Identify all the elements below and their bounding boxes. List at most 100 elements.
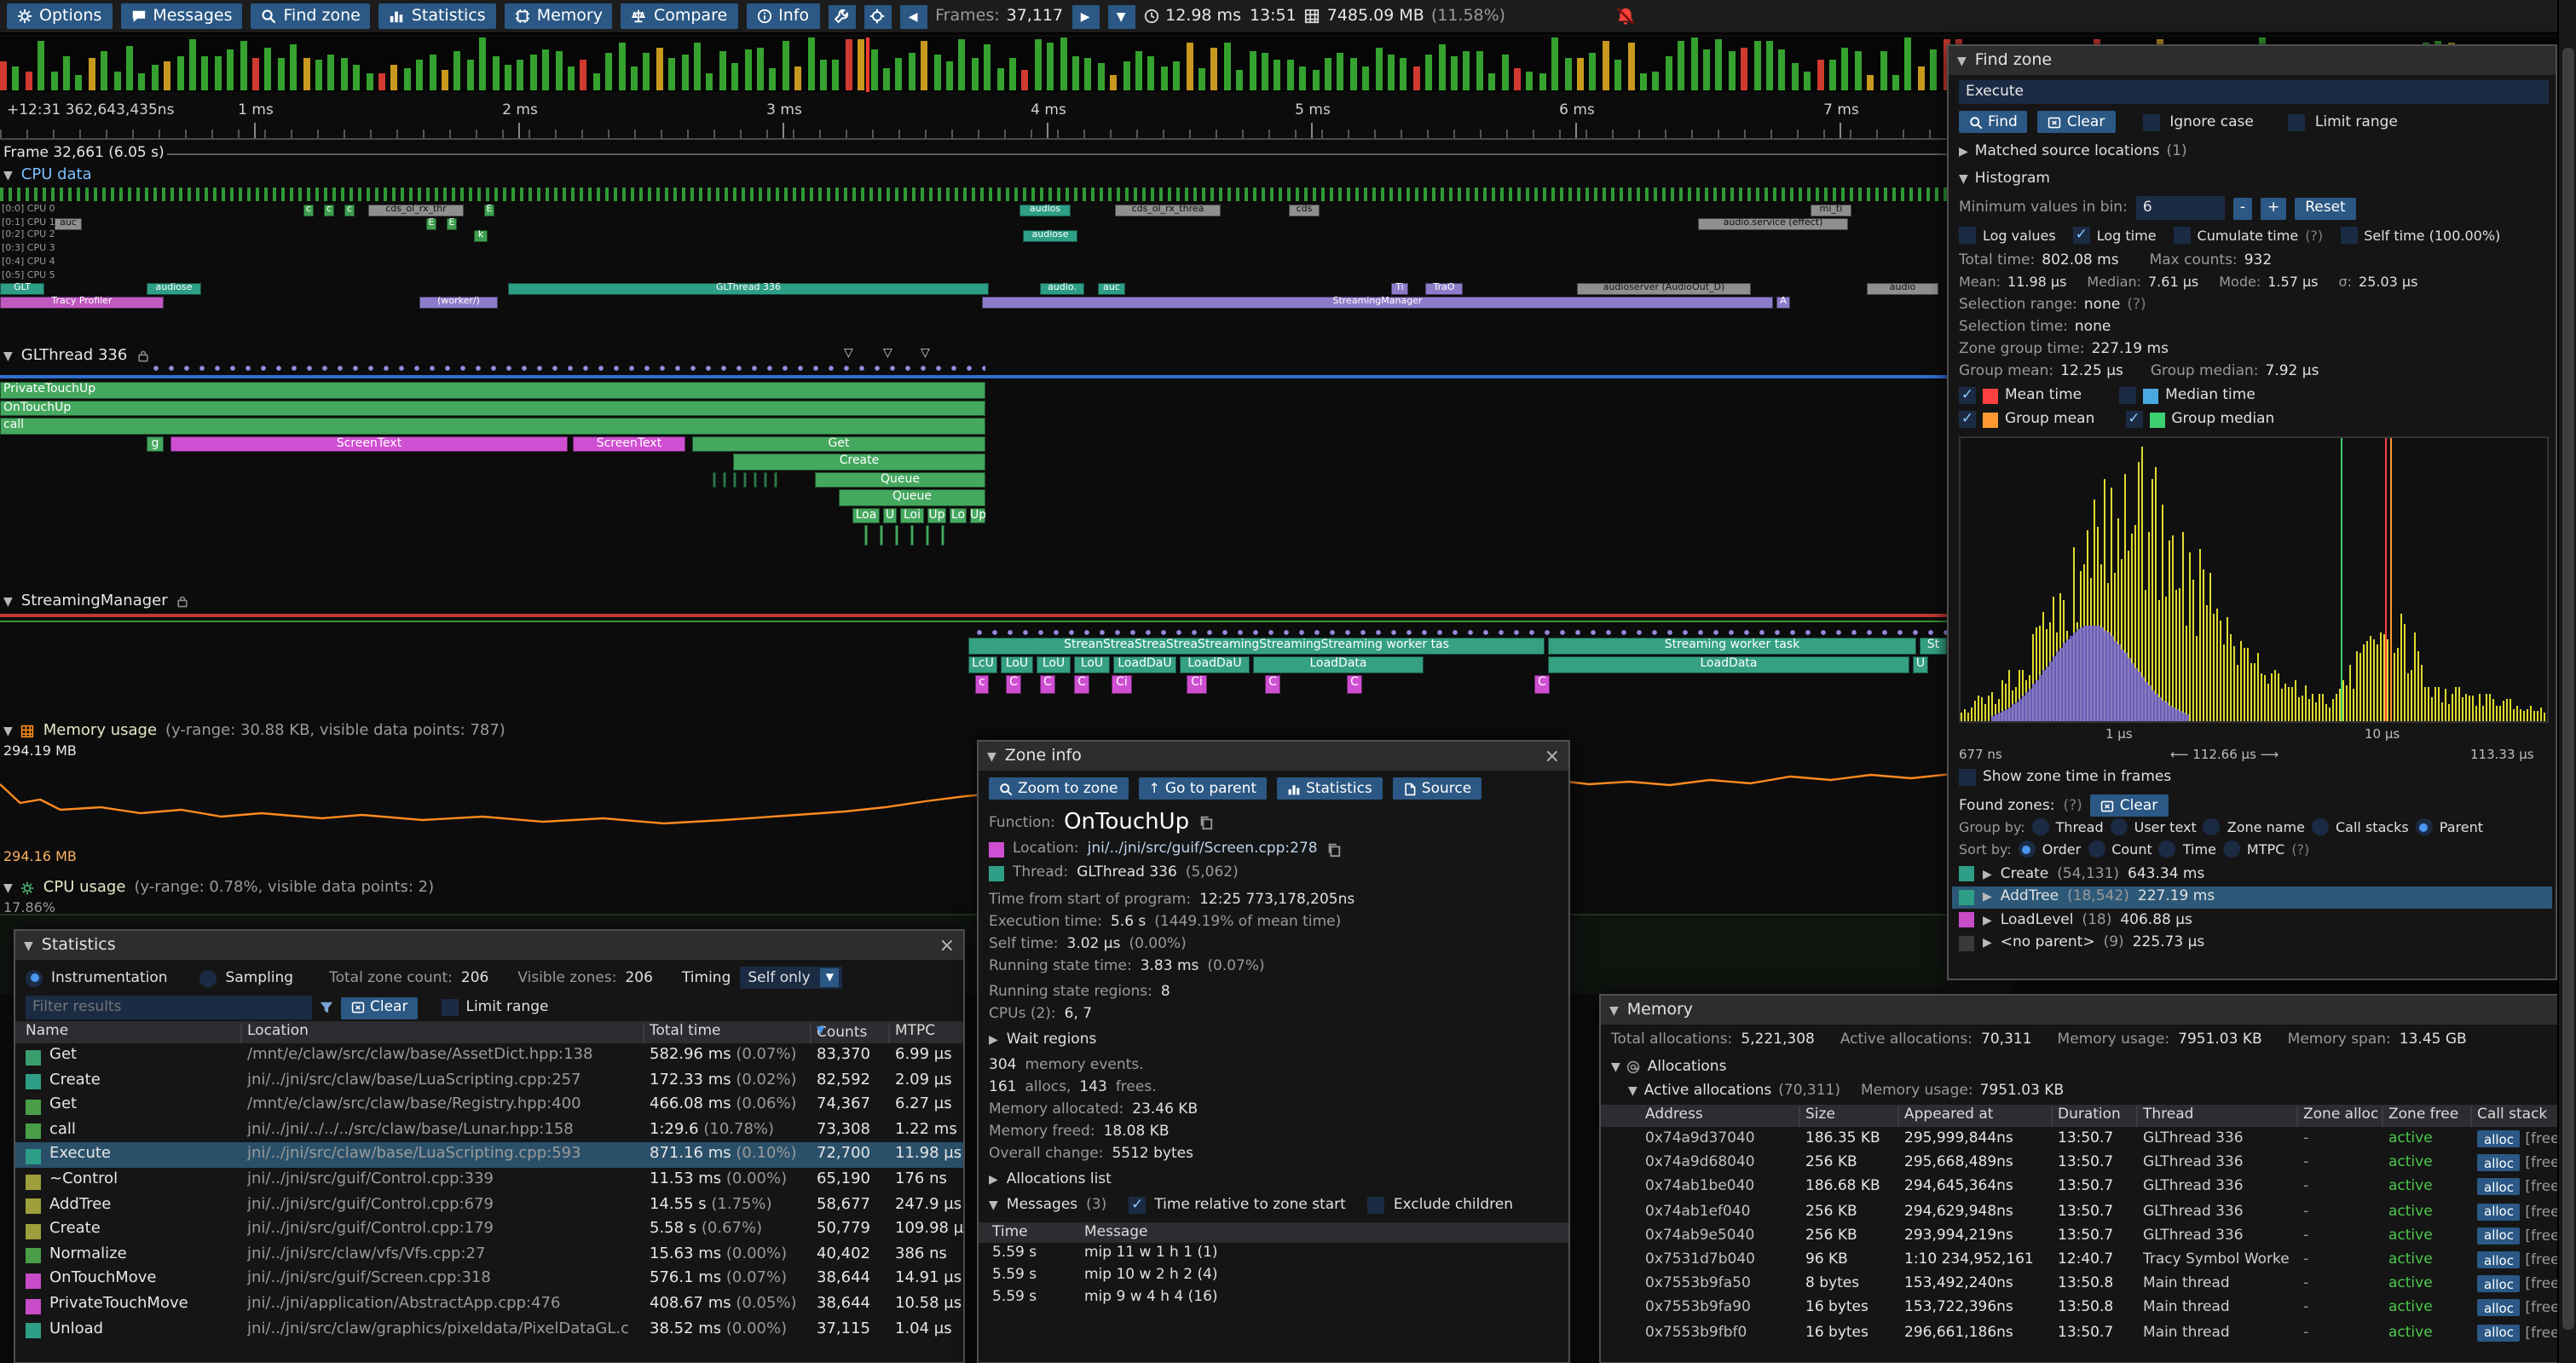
self-time-checkbox[interactable]	[2340, 227, 2357, 244]
col-zone-alloc[interactable]: Zone alloc	[2303, 1106, 2378, 1123]
zoom-to-zone-button[interactable]: Zoom to zone	[989, 777, 1128, 800]
zone[interactable]: LoU	[1074, 656, 1110, 673]
col-total-time[interactable]: Total time	[650, 1023, 721, 1040]
stats-table-row[interactable]: Executejni/../jni/src/claw/base/LuaScrip…	[15, 1143, 963, 1168]
zone[interactable]	[926, 525, 929, 546]
zone[interactable]: PrivateTouchUp	[0, 382, 985, 398]
zone[interactable]	[743, 471, 747, 488]
memory-table-row[interactable]: 0x74a9d37040186.35 KB295,999,844ns13:50.…	[1601, 1127, 2574, 1151]
scrollbar-thumb[interactable]	[2562, 48, 2574, 1330]
statistics-table-header[interactable]: Name Location Total time Counts ▼ MTPC	[15, 1021, 963, 1043]
options-button[interactable]: Options	[7, 3, 112, 29]
help-hint[interactable]: (?)	[2127, 297, 2146, 314]
zone[interactable]: Get	[692, 436, 985, 452]
mean-time-checkbox[interactable]: ✓	[1959, 387, 1976, 404]
zone[interactable]: C	[1265, 675, 1280, 694]
messages-button[interactable]: Messages	[120, 3, 242, 29]
zone[interactable]: Queue	[815, 471, 985, 488]
cpu-zone[interactable]: TraO	[1425, 283, 1463, 295]
zone[interactable]: c	[975, 675, 989, 694]
cpu-zone[interactable]: E	[447, 217, 457, 229]
frame-info[interactable]: Frame 32,661 (6.05 s)	[3, 145, 165, 162]
timing-combo[interactable]: Self only ▼	[739, 967, 842, 989]
limit-range-checkbox[interactable]	[2288, 113, 2305, 130]
memory-button[interactable]: Memory	[505, 3, 613, 29]
copy-icon[interactable]	[1326, 841, 1342, 857]
col-size[interactable]: Size	[1805, 1106, 1835, 1123]
allocations-list-toggle[interactable]: ▶Allocations list	[989, 1171, 1112, 1188]
cpu-zone[interactable]: audioserver (AudioOut_D)	[1577, 283, 1751, 295]
stats-table-row[interactable]: OnTouchMovejni/../jni/src/guif/Screen.cp…	[15, 1268, 963, 1292]
message-row[interactable]: 5.59 smip 11 w 1 h 1 (1)	[979, 1245, 1568, 1267]
bin-plus-button[interactable]: +	[2261, 197, 2286, 219]
call-stack-alloc-button[interactable]: alloc	[2477, 1300, 2521, 1317]
time-relative-checkbox[interactable]: ✓	[1129, 1197, 1146, 1214]
zone[interactable]	[910, 525, 914, 546]
call-stack-alloc-button[interactable]: alloc	[2477, 1324, 2521, 1341]
group-by-radio-thread[interactable]	[2032, 818, 2049, 835]
clear-filter-button[interactable]: Clear	[341, 996, 418, 1019]
stats-table-row[interactable]: PrivateTouchMovejni/../jni/application/A…	[15, 1292, 963, 1317]
cpu-zone[interactable]: GLT	[0, 283, 44, 295]
zone[interactable]: StreanStreaStreaStreaStreamingStreamingS…	[968, 638, 1545, 654]
message-marker-icon[interactable]: ▽	[844, 346, 853, 360]
median-time-checkbox[interactable]	[2119, 387, 2136, 404]
memory-table-row[interactable]: 0x7531d7b04096 KB1:10 234,952,16112:40.7…	[1601, 1248, 2574, 1272]
zone[interactable]: ScreenText	[573, 436, 685, 452]
ignore-case-checkbox[interactable]	[2142, 113, 2159, 130]
thread-value[interactable]: GLThread 336	[1077, 864, 1177, 881]
call-stack-alloc-button[interactable]: alloc	[2477, 1130, 2521, 1147]
find-zone-button[interactable]: Find zone	[251, 3, 371, 29]
help-hint[interactable]: (?)	[2291, 841, 2309, 857]
zone[interactable]: C	[1347, 675, 1362, 694]
glthread-section-header[interactable]: ▼ GLThread 336	[3, 348, 149, 365]
zone[interactable]: Create	[733, 453, 985, 470]
zone[interactable]	[713, 471, 716, 488]
streamingmanager-section-header[interactable]: ▼ StreamingManager	[3, 593, 190, 610]
zone[interactable]	[774, 471, 777, 488]
stats-table-row[interactable]: Normalizejni/../jni/src/claw/vfs/Vfs.cpp…	[15, 1243, 963, 1268]
col-duration[interactable]: Duration	[2058, 1106, 2133, 1123]
exclude-children-checkbox[interactable]	[1368, 1197, 1385, 1214]
histogram-toggle[interactable]: ▼ Histogram	[1959, 170, 2050, 188]
cpu-zone[interactable]: cds	[1289, 205, 1320, 217]
cumulate-time-checkbox[interactable]	[2174, 227, 2191, 244]
cpu-data-section-header[interactable]: ▼ CPU data	[3, 167, 92, 184]
help-hint[interactable]: (?)	[2305, 228, 2323, 243]
next-frame-button[interactable]: ▶	[1071, 4, 1099, 28]
ghost-zones-icon[interactable]	[176, 595, 190, 609]
zone[interactable]: Ci	[1187, 675, 1207, 694]
zone[interactable]: C	[1074, 675, 1089, 694]
memory-table-header[interactable]: Address Size Appeared at Duration Thread…	[1601, 1105, 2574, 1127]
cpu-zone[interactable]: audios	[1019, 205, 1071, 217]
zone[interactable]: LoadData	[1548, 656, 1909, 673]
zone[interactable]: Ci	[1112, 675, 1132, 694]
zone[interactable]	[764, 471, 767, 488]
bin-minus-button[interactable]: -	[2233, 197, 2252, 219]
col-mtpc[interactable]: MTPC	[895, 1023, 935, 1040]
cpu-zone[interactable]: auc	[55, 217, 82, 229]
cpu-zone[interactable]: audiose	[1023, 231, 1077, 243]
stats-table-row[interactable]: Get/mnt/e/claw/src/claw/base/AssetDict.h…	[15, 1043, 963, 1068]
memory-table-row[interactable]: 0x74a9d68040256 KB295,668,489ns13:50.7GL…	[1601, 1151, 2574, 1175]
col-location[interactable]: Location	[247, 1023, 309, 1040]
call-stack-alloc-button[interactable]: alloc	[2477, 1251, 2521, 1268]
bin-reset-button[interactable]: Reset	[2295, 197, 2356, 219]
sort-by-radio-count[interactable]	[2088, 840, 2105, 858]
cpu-zone[interactable]: (worker/)	[419, 297, 498, 309]
group-median-checkbox[interactable]: ✓	[2125, 411, 2142, 428]
clear-button[interactable]: Clear	[2038, 111, 2115, 133]
col-call-stack[interactable]: Call stack	[2477, 1106, 2547, 1123]
zone-info-titlebar[interactable]: ▼ Zone info ×	[979, 742, 1568, 771]
goto-search-button[interactable]	[863, 4, 891, 28]
matched-locations-toggle[interactable]: ▶ Matched source locations (1)	[1959, 143, 2187, 160]
zone[interactable]: U	[883, 507, 897, 523]
sampling-radio[interactable]	[200, 969, 217, 986]
zone[interactable]: g	[147, 436, 164, 452]
allocations-section-toggle[interactable]: ▼ Allocations	[1611, 1059, 1726, 1076]
limit-range-checkbox[interactable]	[442, 999, 459, 1016]
zone[interactable]: Loi	[900, 507, 924, 523]
call-stack-alloc-button[interactable]: alloc	[2477, 1203, 2521, 1220]
stats-table-row[interactable]: ~Controljni/../jni/src/guif/Control.cpp:…	[15, 1168, 963, 1193]
sample-dots-row[interactable]	[968, 626, 2012, 636]
